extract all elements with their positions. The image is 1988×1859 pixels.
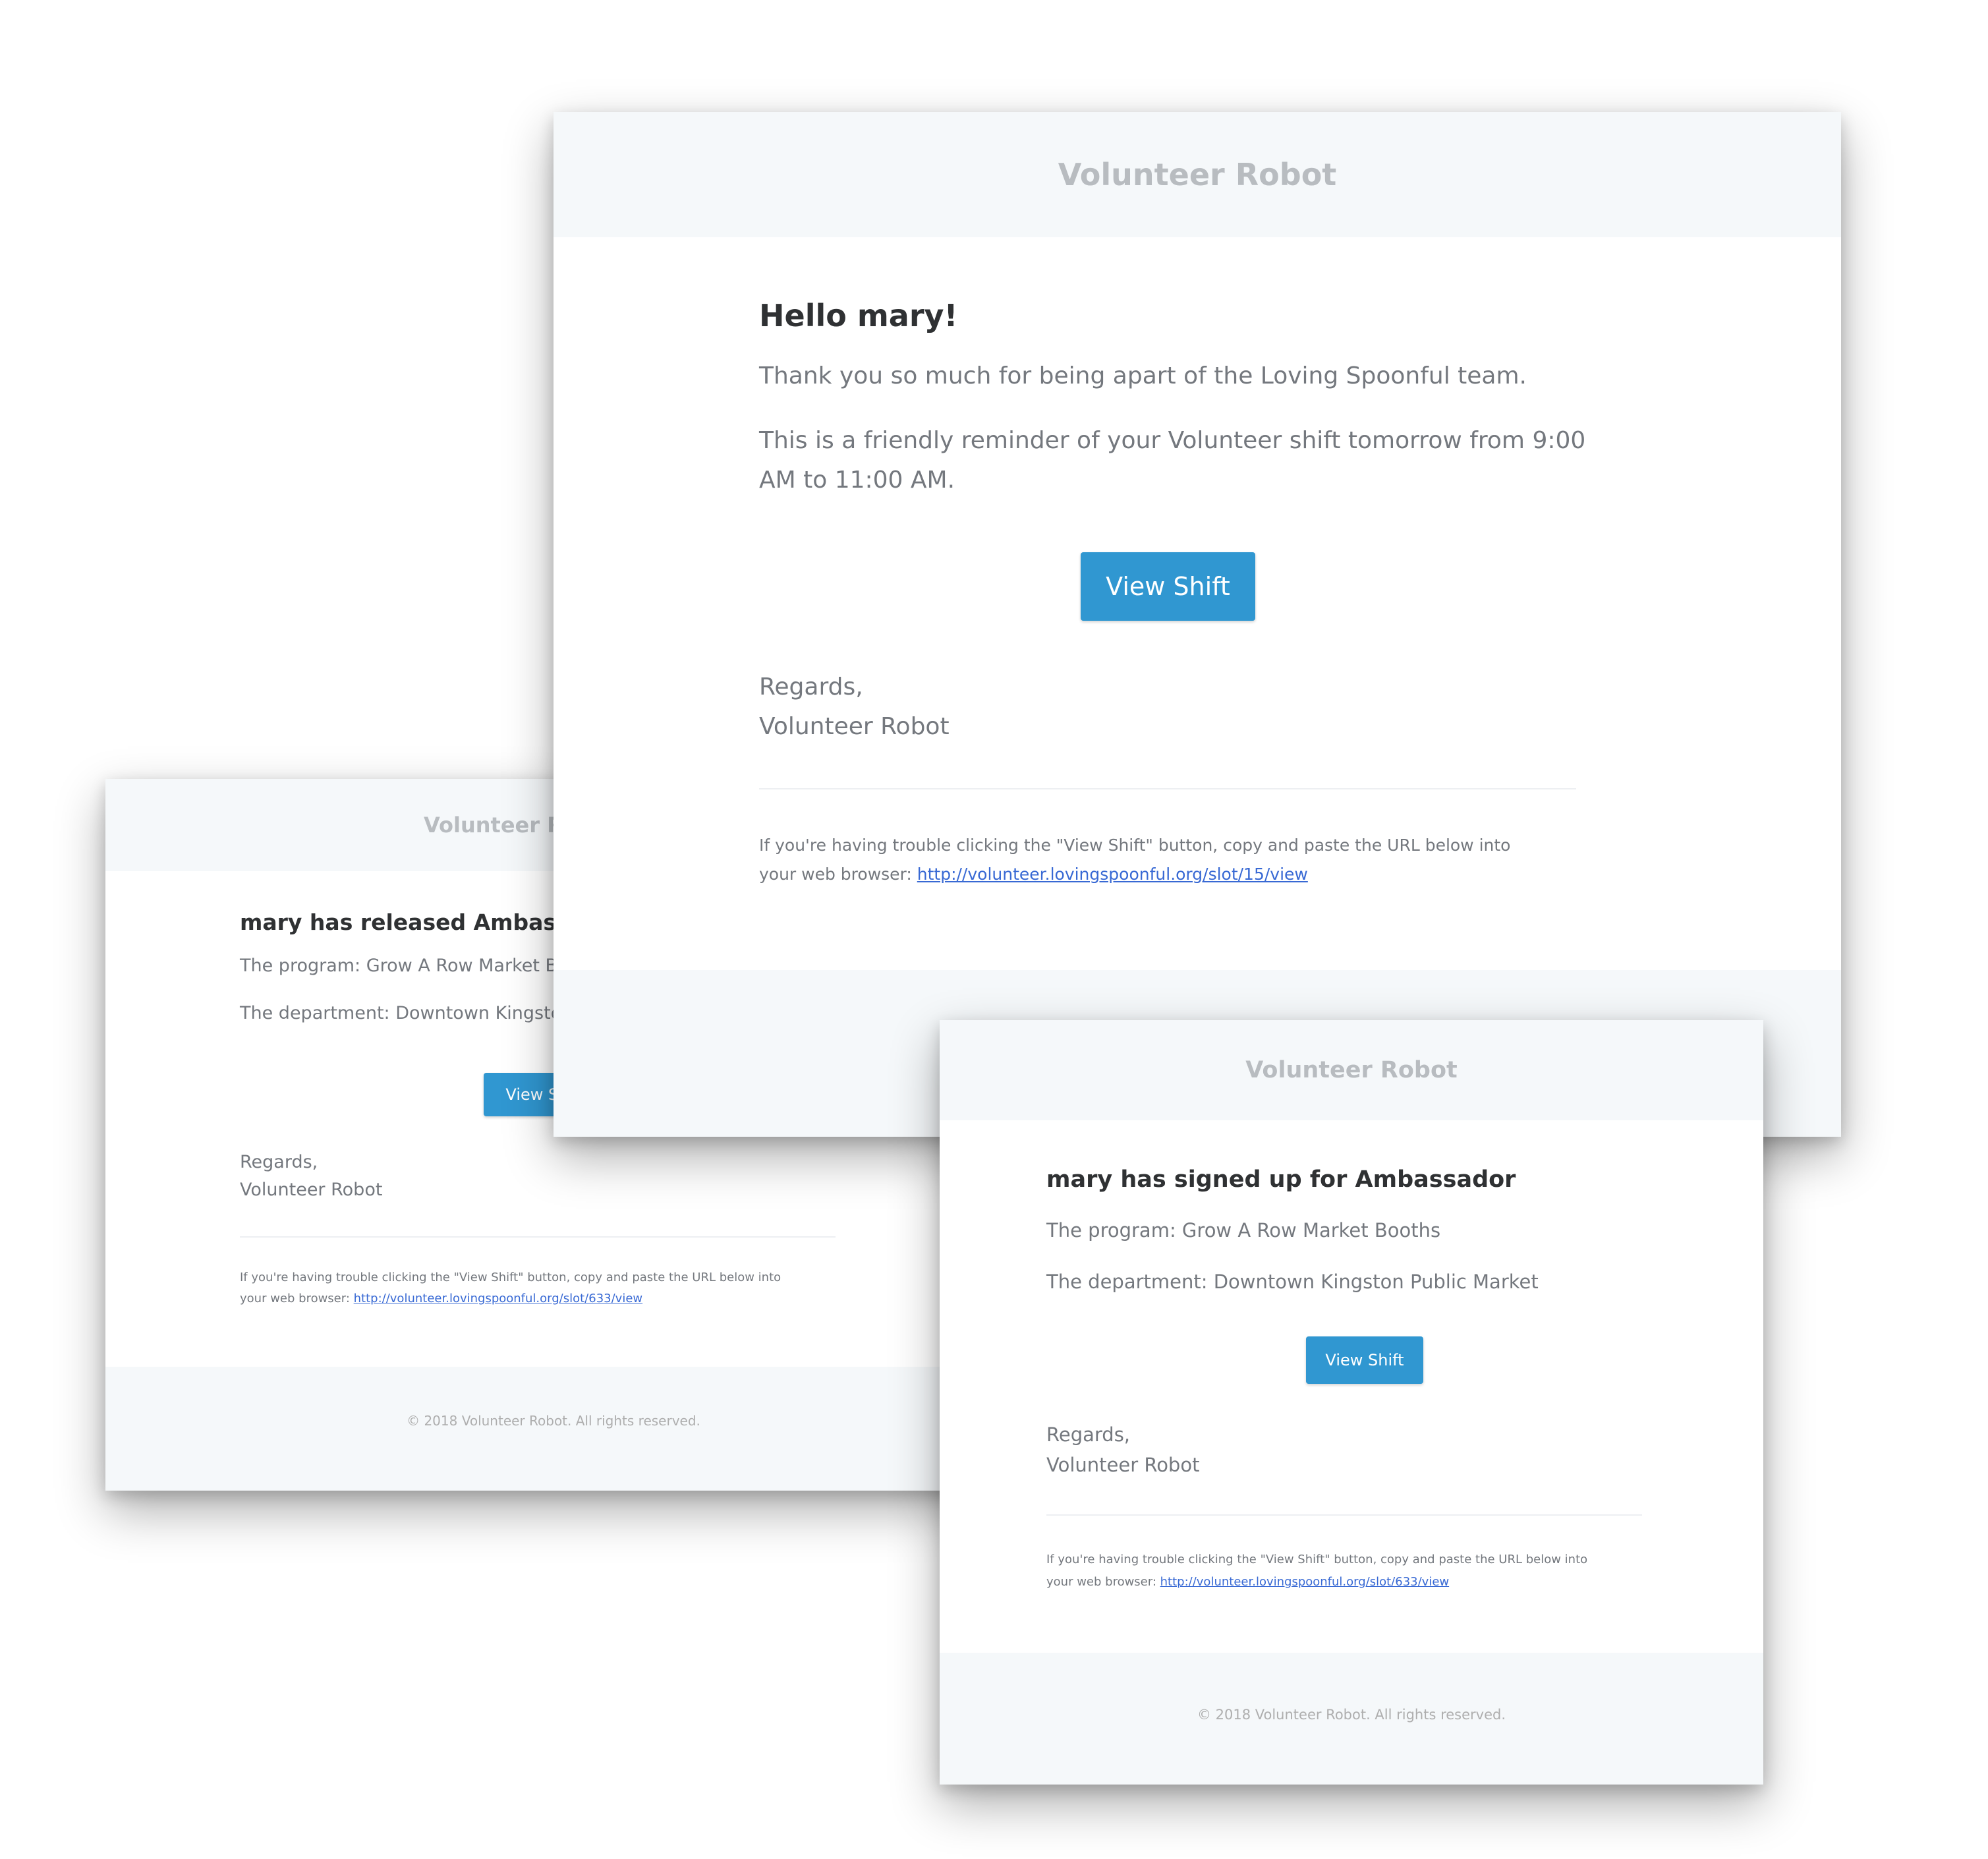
trouble-text-line-2: your web browser: http://volunteer.lovin… [1046, 1575, 1449, 1589]
shift-url-link[interactable]: http://volunteer.lovingspoonful.org/slot… [354, 1292, 642, 1305]
trouble-text-prefix: your web browser: [240, 1292, 350, 1305]
email-signed-up-card: Volunteer Robot mary has signed up for A… [940, 1020, 1763, 1785]
copyright-text: © 2018 Volunteer Robot. All rights reser… [407, 1413, 700, 1429]
signature-text: Volunteer Robot [240, 1180, 383, 1200]
view-shift-button[interactable]: View Shift [1306, 1336, 1423, 1384]
shift-url-link[interactable]: http://volunteer.lovingspoonful.org/slot… [917, 865, 1308, 884]
trouble-text: If you're having trouble clicking the "V… [759, 836, 1511, 855]
reminder-text-line-2: AM to 11:00 AM. [759, 467, 955, 494]
regards-text: Regards, [1046, 1423, 1131, 1446]
divider [1046, 1514, 1642, 1516]
trouble-text: If you're having trouble clicking the "V… [1046, 1553, 1588, 1566]
trouble-text-line-2: your web browser: http://volunteer.lovin… [240, 1292, 642, 1305]
trouble-text-prefix: your web browser: [759, 865, 912, 884]
brand-name: Volunteer Robot [1245, 1057, 1458, 1083]
email-signed-up-heading: mary has signed up for Ambassador [1046, 1166, 1516, 1193]
thanks-text: Thank you so much for being apart of the… [759, 362, 1527, 389]
email-released-footer: © 2018 Volunteer Robot. All rights reser… [105, 1367, 1002, 1491]
program-text: The program: Grow A Row Market Booths [240, 956, 607, 976]
signature-text: Volunteer Robot [1046, 1454, 1200, 1476]
email-signed-up-footer: © 2018 Volunteer Robot. All rights reser… [940, 1653, 1763, 1785]
regards-text: Regards, [759, 673, 863, 701]
department-text: The department: Downtown Kingston Public… [1046, 1271, 1539, 1293]
email-signed-up-header: Volunteer Robot [940, 1020, 1763, 1120]
view-shift-button[interactable]: View Shift [1081, 552, 1255, 621]
email-reminder-card: Volunteer Robot Hello mary! Thank you so… [554, 112, 1841, 1137]
divider [759, 788, 1576, 789]
trouble-text-line-2: your web browser: http://volunteer.lovin… [759, 865, 1308, 884]
reminder-text: This is a friendly reminder of your Volu… [759, 427, 1586, 454]
copyright-text: © 2018 Volunteer Robot. All rights reser… [1197, 1707, 1506, 1723]
email-reminder-header: Volunteer Robot [554, 112, 1841, 237]
signature-text: Volunteer Robot [759, 713, 950, 740]
regards-text: Regards, [240, 1152, 318, 1172]
divider [240, 1236, 836, 1238]
brand-name: Volunteer Robot [1058, 157, 1337, 192]
shift-url-link[interactable]: http://volunteer.lovingspoonful.org/slot… [1160, 1575, 1449, 1589]
trouble-text-prefix: your web browser: [1046, 1575, 1156, 1589]
trouble-text: If you're having trouble clicking the "V… [240, 1271, 781, 1284]
program-text: The program: Grow A Row Market Booths [1046, 1219, 1441, 1242]
greeting-heading: Hello mary! [759, 298, 958, 333]
